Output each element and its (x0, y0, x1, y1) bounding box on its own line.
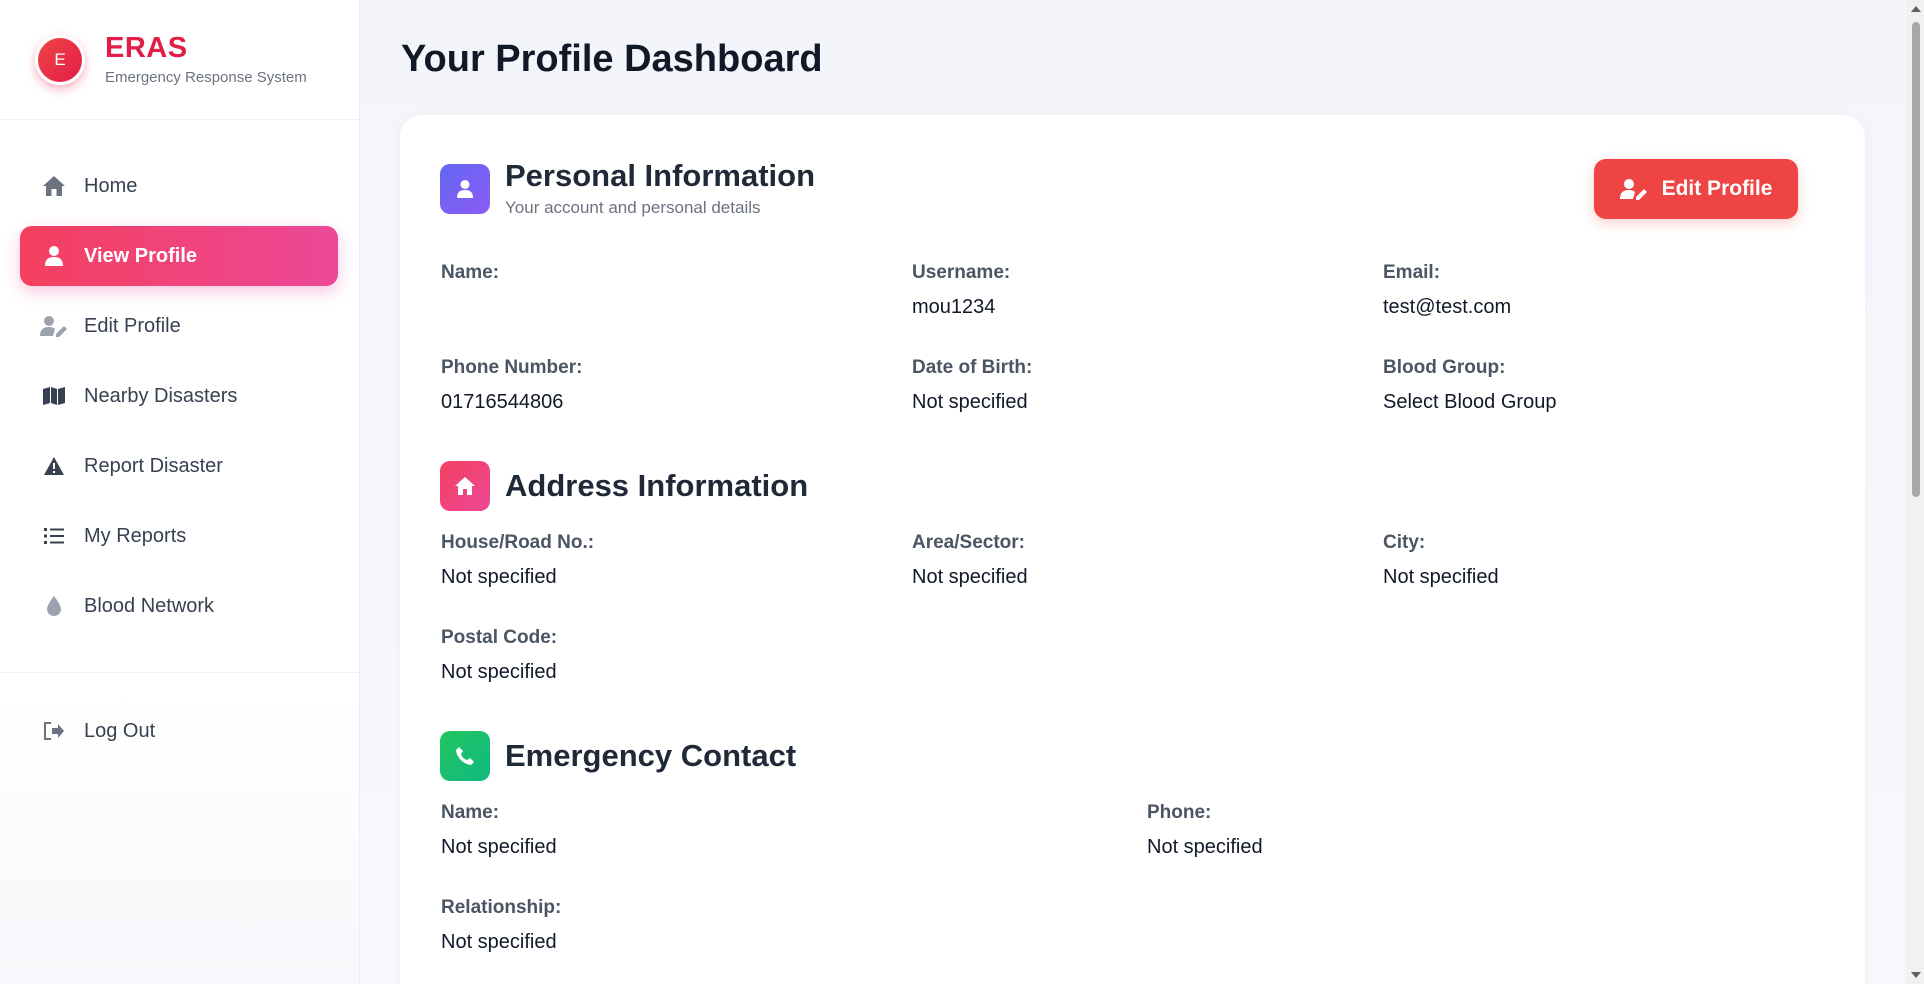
phone-icon (440, 731, 490, 781)
field-name: Name: (441, 262, 499, 320)
personal-info-header: Personal Information Your account and pe… (440, 158, 816, 218)
nav-divider (0, 672, 359, 673)
field-house-road: House/Road No.: Not specified (441, 532, 594, 590)
field-label: Name: (441, 262, 500, 283)
logout-label: Log Out (84, 719, 156, 742)
brand: E ERAS Emergency Response System (0, 0, 359, 120)
field-label: Phone: (1147, 802, 1212, 823)
field-label: Blood Group: (1383, 357, 1506, 378)
sidebar-item-report-disaster[interactable]: Report Disaster (20, 436, 338, 496)
field-value: Not specified (912, 391, 1028, 413)
field-phone: Phone Number: 01716544806 (441, 357, 582, 415)
brand-logo[interactable]: E (35, 34, 85, 85)
field-postal-code: Postal Code: Not specified (441, 627, 557, 685)
field-emergency-name: Name: Not specified (441, 802, 557, 860)
field-label: Username: (912, 262, 1011, 283)
edit-profile-label: Edit Profile (1661, 177, 1773, 200)
profile-card: Personal Information Your account and pe… (400, 115, 1865, 984)
list-icon (40, 522, 68, 550)
user-edit-icon (1619, 178, 1648, 200)
sidebar-item-edit-profile[interactable]: Edit Profile (20, 296, 338, 356)
field-value: Not specified (441, 836, 557, 858)
field-value: Not specified (912, 566, 1028, 588)
sidebar: E ERAS Emergency Response System Home Vi… (0, 0, 360, 984)
field-blood-group: Blood Group: Select Blood Group (1383, 357, 1556, 415)
field-area-sector: Area/Sector: Not specified (912, 532, 1028, 590)
field-emergency-relationship: Relationship: Not specified (441, 897, 561, 955)
drop-icon (40, 592, 68, 620)
field-value: Not specified (1383, 566, 1499, 588)
address-info-header: Address Information (440, 461, 808, 511)
edit-profile-button[interactable]: Edit Profile (1594, 159, 1798, 219)
page-title: Your Profile Dashboard (401, 38, 823, 80)
scroll-down-arrow-icon[interactable] (1911, 972, 1921, 978)
brand-text: ERAS Emergency Response System (105, 33, 307, 86)
sidebar-item-home[interactable]: Home (20, 156, 338, 216)
sidebar-item-label: Edit Profile (84, 314, 181, 337)
field-label: Name: (441, 802, 500, 823)
field-value (441, 296, 499, 320)
field-value: test@test.com (1383, 296, 1512, 318)
field-label: City: (1383, 532, 1426, 553)
logout-icon (40, 717, 68, 745)
logout-button[interactable]: Log Out (20, 701, 338, 761)
sidebar-nav: Home View Profile Edit Profile Nearby Di… (0, 120, 359, 636)
field-value: Not specified (1147, 836, 1263, 858)
field-label: Postal Code: (441, 627, 558, 648)
brand-name[interactable]: ERAS (105, 33, 307, 63)
main-content: Your Profile Dashboard Personal Informat… (360, 0, 1904, 984)
field-dob: Date of Birth: Not specified (912, 357, 1032, 415)
sidebar-item-view-profile[interactable]: View Profile (20, 226, 338, 286)
field-emergency-phone: Phone: Not specified (1147, 802, 1263, 860)
sidebar-item-label: View Profile (84, 244, 198, 267)
field-email: Email: test@test.com (1383, 262, 1511, 320)
scroll-thumb[interactable] (1912, 22, 1920, 497)
field-label: Date of Birth: (912, 357, 1033, 378)
field-label: Relationship: (441, 897, 562, 918)
field-value: 01716544806 (441, 391, 564, 413)
field-label: Phone Number: (441, 357, 583, 378)
sidebar-item-label: Nearby Disasters (84, 384, 238, 407)
field-username: Username: mou1234 (912, 262, 1010, 320)
section-title: Emergency Contact (505, 737, 797, 773)
field-value: Select Blood Group (1383, 391, 1557, 413)
section-title: Personal Information (505, 158, 816, 193)
warning-icon (40, 452, 68, 480)
section-subtitle: Your account and personal details (505, 198, 761, 218)
field-label: Email: (1383, 262, 1441, 283)
sidebar-item-my-reports[interactable]: My Reports (20, 506, 338, 566)
field-value: mou1234 (912, 296, 996, 318)
sidebar-item-label: Report Disaster (84, 454, 223, 477)
user-icon (440, 163, 490, 214)
field-label: Area/Sector: (912, 532, 1025, 553)
user-edit-icon (40, 312, 68, 340)
map-icon (40, 382, 68, 410)
scroll-up-arrow-icon[interactable] (1911, 6, 1921, 12)
brand-subtitle: Emergency Response System (105, 68, 307, 86)
user-icon (40, 242, 68, 270)
sidebar-item-label: Home (84, 174, 138, 197)
sidebar-item-label: Blood Network (84, 594, 215, 617)
home-icon (440, 461, 490, 511)
field-value: Not specified (441, 931, 557, 953)
sidebar-item-label: My Reports (84, 524, 187, 547)
page-scrollbar[interactable] (1907, 0, 1924, 984)
field-label: House/Road No.: (441, 532, 595, 553)
field-value: Not specified (441, 661, 557, 683)
emergency-contact-header: Emergency Contact (440, 731, 796, 781)
sidebar-item-blood-network[interactable]: Blood Network (20, 576, 338, 636)
section-title: Address Information (505, 467, 809, 503)
home-icon (40, 172, 68, 200)
field-value: Not specified (441, 566, 557, 588)
sidebar-item-nearby-disasters[interactable]: Nearby Disasters (20, 366, 338, 426)
field-city: City: Not specified (1383, 532, 1499, 590)
